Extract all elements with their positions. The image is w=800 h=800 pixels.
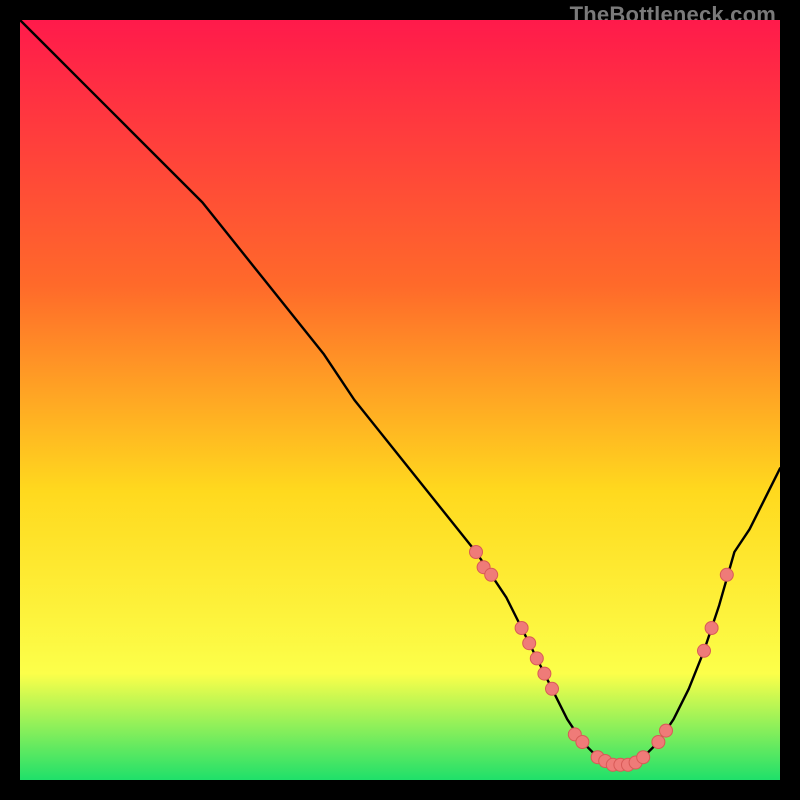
curve-marker — [576, 736, 589, 749]
curve-marker — [637, 751, 650, 764]
curve-marker — [470, 546, 483, 559]
curve-marker — [660, 724, 673, 737]
curve-marker — [652, 736, 665, 749]
curve-marker — [698, 644, 711, 657]
curve-marker — [546, 682, 559, 695]
curve-marker — [705, 622, 718, 635]
chart-frame — [20, 20, 780, 780]
curve-marker — [720, 568, 733, 581]
curve-marker — [523, 637, 536, 650]
curve-marker — [485, 568, 498, 581]
bottleneck-chart — [20, 20, 780, 780]
curve-marker — [538, 667, 551, 680]
curve-marker — [515, 622, 528, 635]
curve-marker — [530, 652, 543, 665]
